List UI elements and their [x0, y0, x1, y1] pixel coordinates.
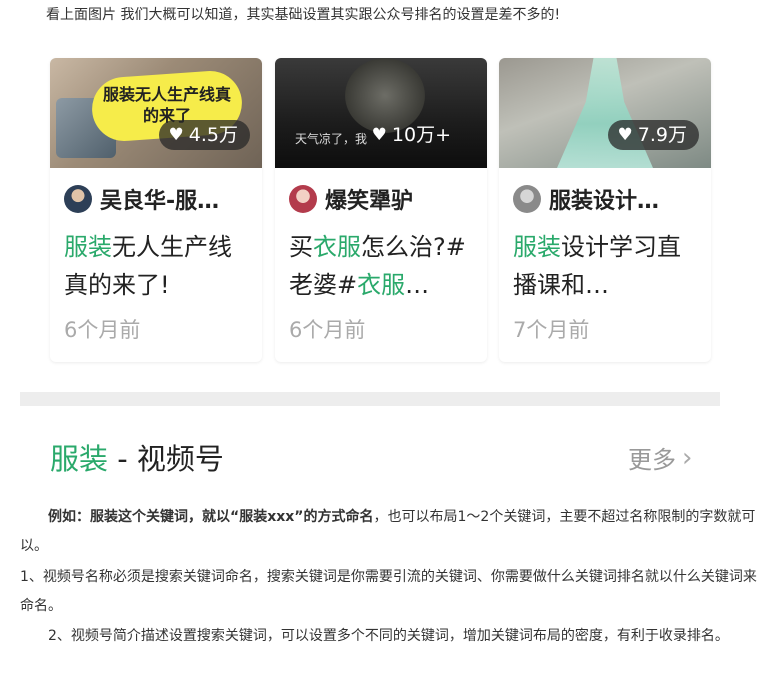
author-row[interactable]: 吴良华-服… — [64, 183, 254, 215]
paragraph: 例如：服装这个关键词，就以“服装xxx”的方式命名，也可以布局1～2个关键词，主… — [20, 503, 762, 561]
title-text: … — [405, 271, 430, 299]
video-thumbnail[interactable]: ♥ 7.9万 — [499, 58, 711, 168]
video-title[interactable]: 服装设计学习直播课和… — [513, 228, 703, 304]
video-thumbnail[interactable]: 天气凉了，我 ♥ 10万+ — [275, 58, 487, 168]
intro-text: 看上面图片 我们大概可以知道，其实基础设置其实跟公众号排名的设置是差不多的! — [46, 7, 561, 23]
author-row[interactable]: 爆笑犟驴 — [289, 183, 479, 215]
more-link[interactable]: 更多 › — [628, 440, 692, 475]
post-time: 6个月前 — [289, 318, 366, 342]
video-card[interactable]: ♥ 7.9万 服装设计… 服装设计学习直播课和… 7个月前 — [499, 58, 711, 362]
title-keyword: 服装 — [64, 233, 112, 261]
video-title[interactable]: 买衣服怎么治?#老婆#衣服… — [289, 228, 479, 304]
paragraph: 2、视频号简介描述设置搜索关键词，可以设置多个不同的关键词，增加关键词布局的密度… — [48, 628, 729, 644]
avatar — [289, 185, 317, 213]
section-keyword: 服装 — [50, 442, 109, 476]
section-title-text: - 视频号 — [108, 442, 224, 476]
more-label: 更多 — [628, 446, 676, 474]
likes-count: 10万+ — [391, 124, 451, 146]
paragraph: 1、视频号名称必须是搜索关键词命名，搜索关键词是你需要引流的关键词、你需要做什么… — [20, 569, 757, 614]
title-keyword: 衣服 — [313, 233, 361, 261]
video-card[interactable]: 服装无人生产线真的来了 ♥ 4.5万 吴良华-服… 服装无人生产线真的来了! 6… — [50, 58, 262, 362]
heart-icon: ♥ — [371, 125, 387, 145]
thumbnail-scene — [557, 58, 653, 168]
likes-badge: ♥ 7.9万 — [607, 120, 699, 150]
author-name: 吴良华-服… — [100, 189, 220, 214]
avatar — [64, 185, 92, 213]
heart-icon: ♥ — [617, 125, 633, 145]
heart-icon: ♥ — [168, 125, 184, 145]
author-row[interactable]: 服装设计… — [513, 183, 703, 215]
avatar — [513, 185, 541, 213]
likes-count: 7.9万 — [637, 124, 687, 146]
title-keyword: 衣服 — [357, 271, 406, 299]
title-keyword: 服装 — [513, 233, 561, 261]
likes-badge: ♥ 10万+ — [362, 120, 463, 150]
video-card[interactable]: 天气凉了，我 ♥ 10万+ 爆笑犟驴 买衣服怎么治?#老婆#衣服… 6个月前 — [275, 58, 487, 362]
post-time: 7个月前 — [513, 318, 590, 342]
section-title: 服装 - 视频号 — [50, 436, 224, 478]
likes-badge: ♥ 4.5万 — [158, 120, 250, 150]
author-name: 服装设计… — [549, 189, 660, 214]
title-text: 买 — [289, 233, 313, 261]
post-time: 6个月前 — [64, 318, 141, 342]
author-name: 爆笑犟驴 — [325, 189, 414, 214]
chevron-right-icon: › — [682, 442, 693, 473]
video-thumbnail[interactable]: 服装无人生产线真的来了 ♥ 4.5万 — [50, 58, 262, 168]
paragraph-bold: 例如：服装这个关键词，就以“服装xxx”的方式命名 — [48, 509, 374, 525]
thumbnail-caption: 天气凉了，我 — [295, 132, 368, 146]
likes-count: 4.5万 — [188, 124, 238, 146]
video-title[interactable]: 服装无人生产线真的来了! — [64, 228, 254, 304]
section-divider — [20, 392, 720, 406]
